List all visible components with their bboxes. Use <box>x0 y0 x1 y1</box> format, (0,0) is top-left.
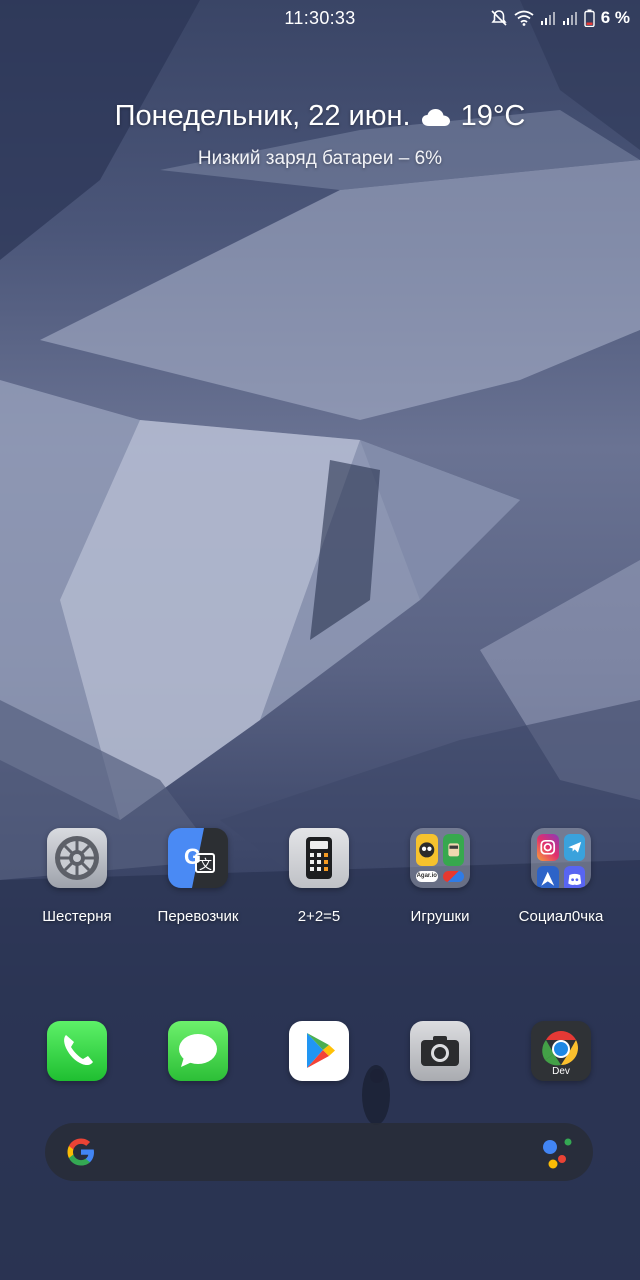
date-weather-widget[interactable]: Понедельник, 22 июн. 19°C <box>0 100 640 133</box>
mute-bell-icon <box>491 10 507 26</box>
signal-icon <box>540 12 555 25</box>
dock-camera[interactable] <box>385 1021 495 1081</box>
agar-io-label: Agar.io <box>416 873 437 880</box>
app-label: Игрушки <box>410 908 470 925</box>
battery-message: Низкий заряд батареи – 6% <box>197 148 443 169</box>
folder-icon: Agar.io <box>410 828 470 888</box>
messages-icon <box>168 1021 228 1081</box>
settings-gear-icon <box>47 828 107 888</box>
app-label: 2+2=5 <box>297 908 341 925</box>
cloud-icon <box>421 108 450 126</box>
dock-chrome-dev[interactable]: Dev <box>506 1021 616 1081</box>
dock-play-store[interactable] <box>264 1021 374 1081</box>
battery-percent: 6 % <box>600 8 630 27</box>
date-text: Понедельник, 22 июн. <box>114 100 411 132</box>
game-icon <box>442 870 464 882</box>
brawl-stars-icon <box>416 834 438 866</box>
app-label: Шестерня <box>42 908 112 925</box>
wallpaper <box>0 0 640 1280</box>
signal-2-icon <box>562 12 577 25</box>
play-store-icon <box>289 1021 349 1081</box>
game-icon <box>442 834 464 866</box>
wallpaper-shapes <box>0 0 640 1280</box>
google-g-icon <box>67 1138 94 1166</box>
instagram-icon <box>537 834 559 861</box>
battery-low-icon <box>584 9 595 27</box>
folder-icon <box>531 828 591 888</box>
wifi-icon <box>514 10 534 26</box>
folder-social[interactable]: Социал0чка <box>506 828 616 925</box>
folder-games[interactable]: Agar.io Игрушки <box>385 828 495 925</box>
google-search-bar[interactable] <box>45 1123 593 1181</box>
camera-icon <box>410 1021 470 1081</box>
dock-phone[interactable] <box>22 1021 132 1081</box>
discord-icon <box>563 865 585 888</box>
status-bar: 11:30:33 6 % <box>0 0 640 38</box>
agar-io-icon: Agar.io <box>416 870 438 882</box>
app-calculator[interactable]: 2+2=5 <box>264 828 374 925</box>
dock-messages[interactable] <box>143 1021 253 1081</box>
temperature-text: 19°C <box>460 100 526 132</box>
google-assistant-icon <box>543 1138 572 1169</box>
translate-icon: G 文 <box>168 828 228 888</box>
arrow-icon <box>537 865 559 888</box>
status-icons: 6 % <box>490 8 630 28</box>
telegram-icon <box>563 834 585 861</box>
app-settings[interactable]: Шестерня <box>22 828 132 925</box>
chrome-dev-icon: Dev <box>531 1021 591 1081</box>
svg-text:文: 文 <box>199 858 212 873</box>
app-label: Социал0чка <box>518 908 604 925</box>
app-translate[interactable]: G 文 Перевозчик <box>143 828 253 925</box>
phone-icon <box>47 1021 107 1081</box>
calculator-icon <box>289 828 349 888</box>
dev-badge: Dev <box>552 1066 570 1077</box>
app-label: Перевозчик <box>157 908 239 925</box>
